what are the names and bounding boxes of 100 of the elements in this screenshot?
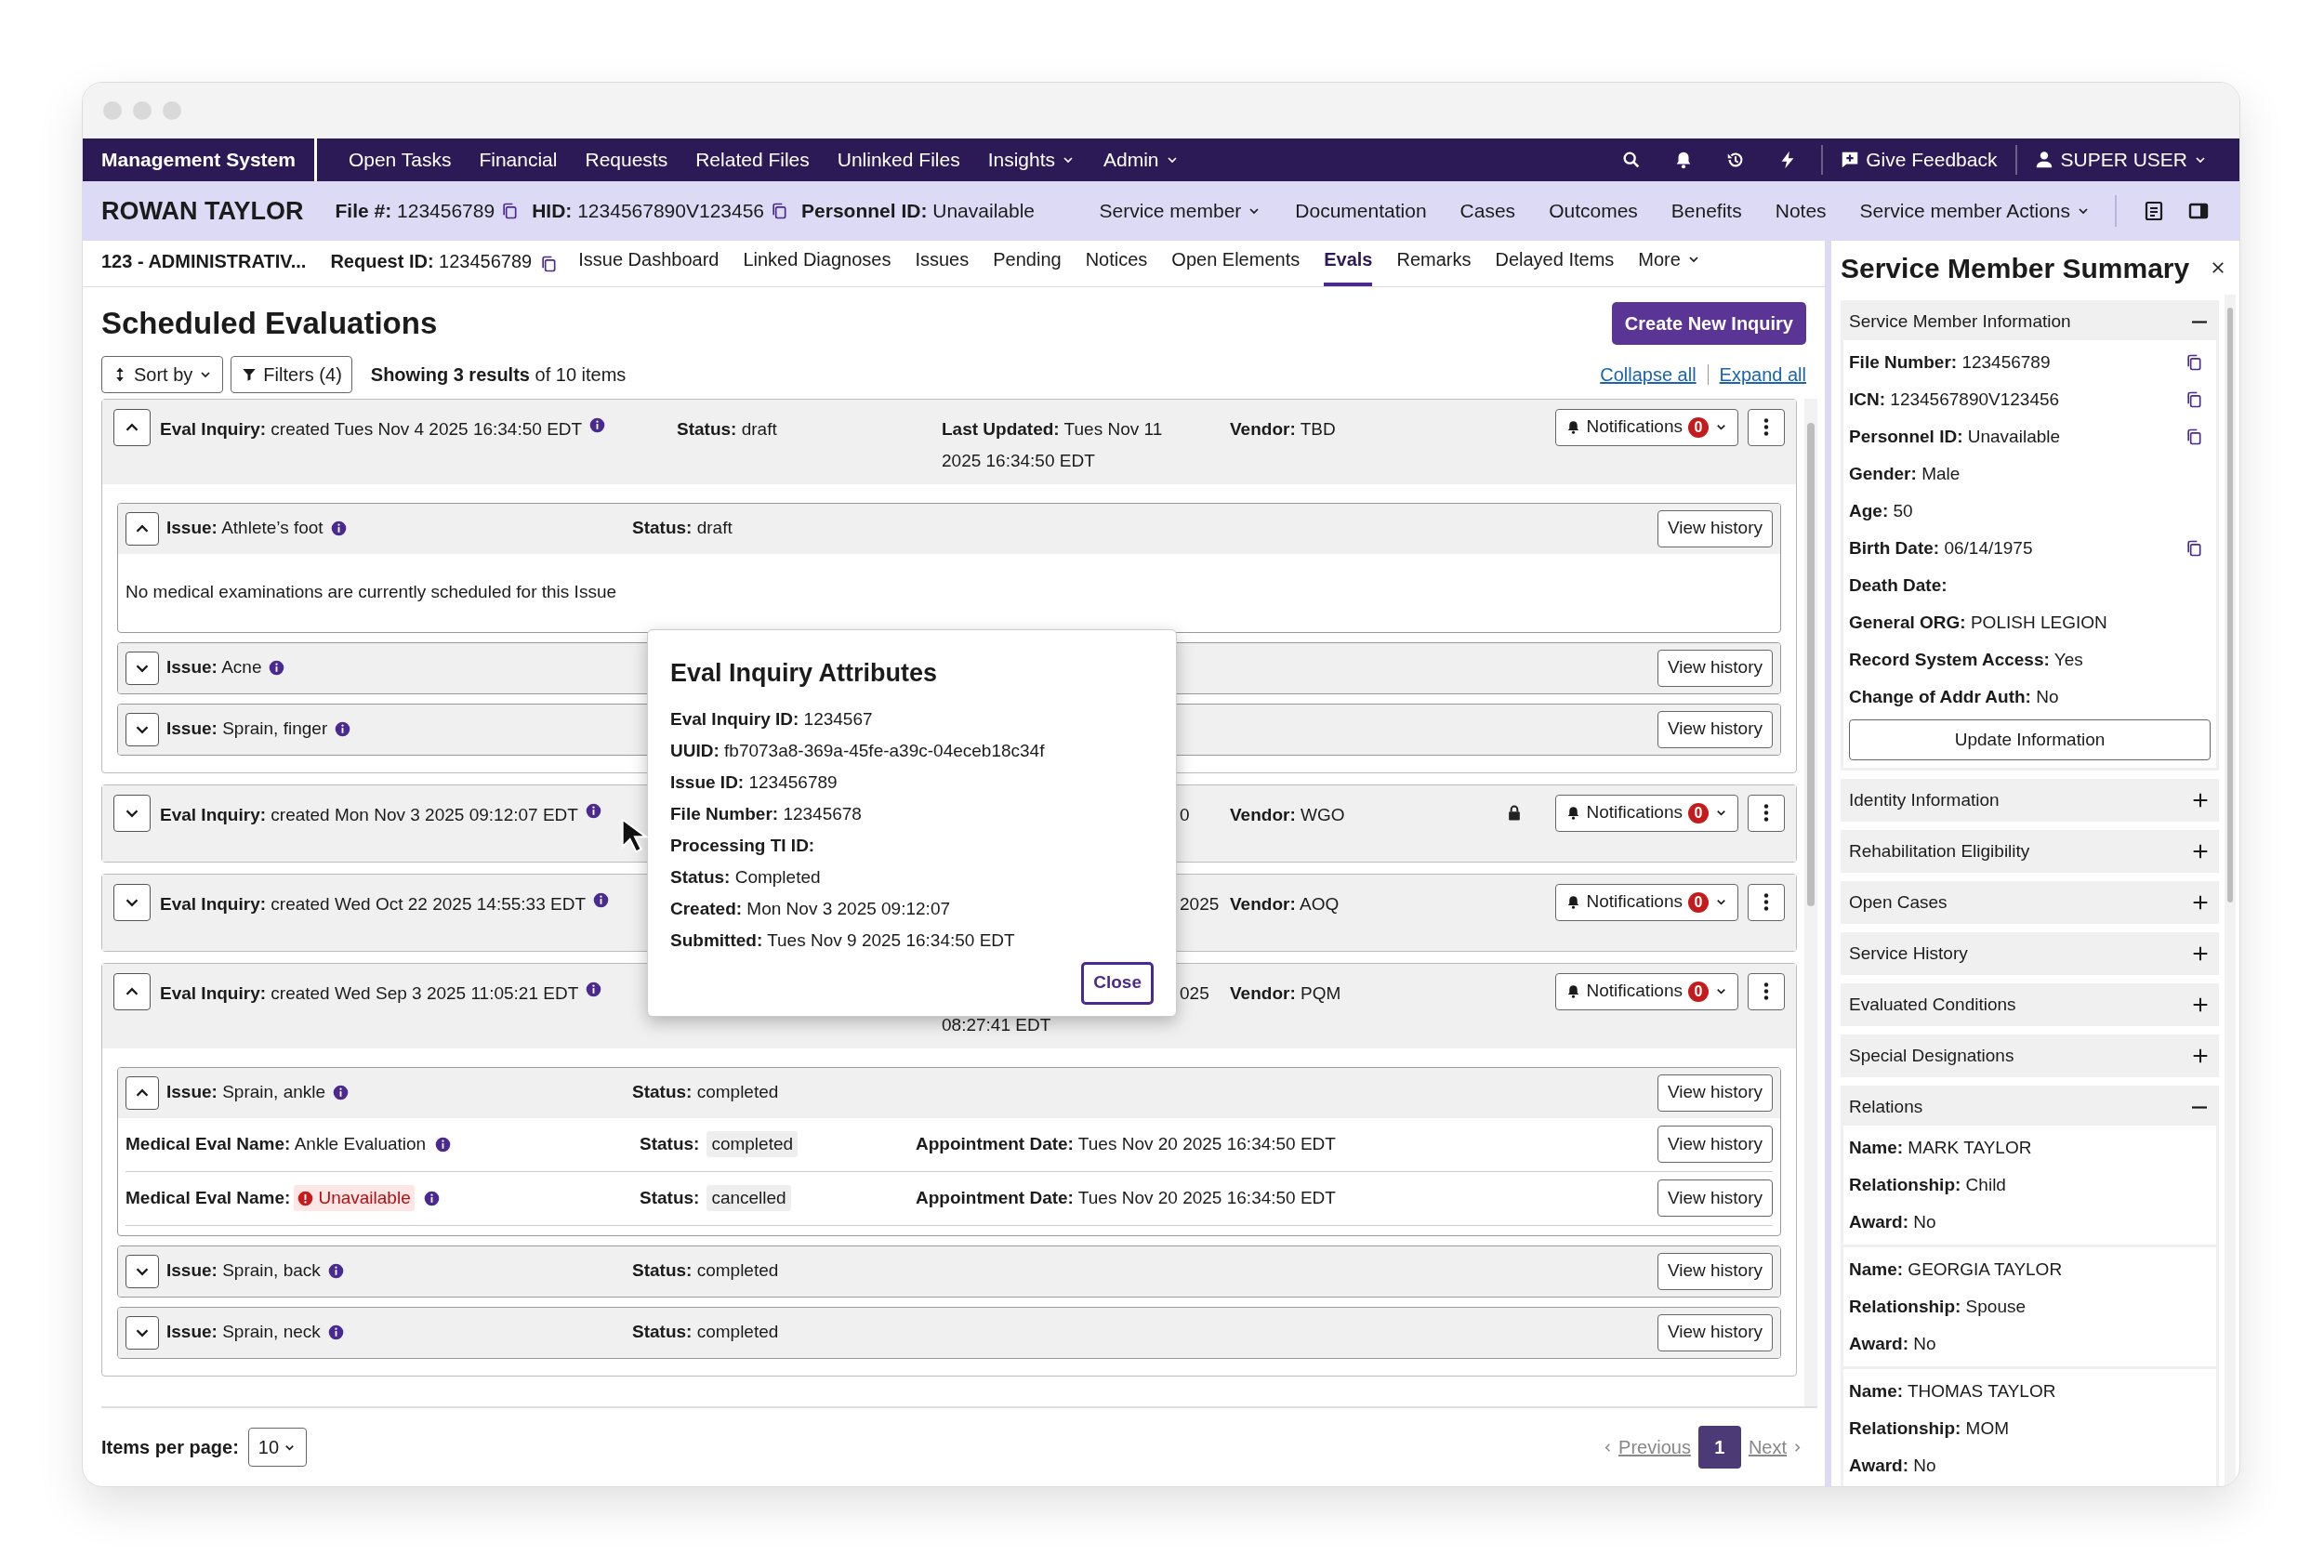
info-icon [585,802,601,819]
collapse-all-link[interactable]: Collapse all [1600,360,1697,389]
view-history-button[interactable]: View history [1657,509,1773,547]
notifications-button[interactable]: Notifications 0 [1554,408,1738,446]
tab[interactable]: Delayed Items [1495,245,1615,286]
member-nav-link[interactable]: Service member [1099,196,1262,226]
attribute-line: Status: Completed [670,865,822,889]
tab[interactable]: Evals [1324,245,1373,286]
more-options-button[interactable] [1748,883,1785,921]
view-history-button[interactable]: View history [1657,649,1773,687]
collapse-button[interactable] [125,511,159,546]
member-nav-link[interactable]: Documentation [1295,196,1427,226]
collapse-button[interactable] [113,972,151,1010]
info-field: ICN: 1234567890V123456 [1849,386,2060,414]
eval-name: Medical Eval Name: [125,1186,291,1209]
tab[interactable]: Issues [915,245,970,286]
view-history-button[interactable]: View history [1657,1179,1773,1217]
last-updated: 08:27:41 EDT [942,1014,1051,1036]
view-history-button[interactable]: View history [1657,1252,1773,1290]
view-history-button[interactable]: View history [1657,1126,1773,1163]
member-field: Personnel ID: Unavailable [801,196,1035,226]
attribute-line: UUID: fb7073a8-369a-45fe-a39c-04eceb18c34f [670,739,1046,762]
update-information-button[interactable]: Update Information [1849,719,2211,760]
kebab-icon [1763,804,1769,822]
nav-link[interactable]: Open Tasks [348,145,452,175]
nav-link[interactable]: Insights [987,145,1076,175]
info-field: Name: THOMAS TAYLOR [1849,1377,2056,1405]
tab[interactable]: Issue Dashboard [578,245,720,286]
close-button[interactable] [2210,259,2226,276]
user-menu-button[interactable]: SUPER USER [2027,145,2215,175]
info-field: Personnel ID: Unavailable [1849,423,2061,451]
page-size-select[interactable]: 10 [247,1428,308,1467]
copy-icon [2185,390,2203,409]
view-history-button[interactable]: View history [1657,1313,1773,1351]
notifications-button[interactable]: Notifications 0 [1554,883,1738,921]
expand-button[interactable] [113,883,151,921]
tab[interactable]: Linked Diagnoses [743,245,891,286]
next-link[interactable]: Next [1748,1433,1804,1461]
nav-link[interactable]: Related Files [695,145,810,175]
expand-button[interactable] [125,1254,159,1288]
more-options-button[interactable] [1748,972,1785,1010]
previous-link[interactable]: Previous [1601,1433,1691,1461]
copy-icon [2185,428,2203,446]
info-field: Record System Access: Yes [1849,646,2083,674]
nav-link[interactable]: Admin [1103,145,1180,175]
expand-button[interactable] [125,712,159,746]
more-options-button[interactable] [1748,794,1785,832]
member-nav-link[interactable]: Cases [1459,196,1516,226]
nav-link[interactable]: Financial [479,145,558,175]
issue-title: Issue: Sprain, ankle [166,1081,326,1104]
view-history-button[interactable]: View history [1657,710,1773,748]
tab[interactable]: More [1638,245,1701,286]
close-button[interactable]: Close [1081,961,1154,1005]
info-field: Name: MARK TAYLOR [1849,1134,2032,1162]
request-id: Request ID: 123456789 [330,250,533,273]
section-header[interactable]: Special Designations [1843,1037,2216,1074]
alert-icon [297,1190,314,1206]
section-header[interactable]: Service Member Information [1843,303,2216,340]
filters-button[interactable]: Filters (4) [231,355,352,393]
info-field: Birth Date: 06/14/1975 [1849,534,2033,562]
member-nav-link[interactable]: Outcomes [1549,196,1638,226]
feedback-button[interactable]: Give Feedback [1830,145,2007,175]
view-history-button[interactable]: View history [1657,1074,1773,1112]
member-nav-link[interactable]: Service member Actions [1859,196,2091,226]
more-options-button[interactable] [1748,408,1785,446]
info-field: General ORG: POLISH LEGION [1849,609,2107,637]
collapse-button[interactable] [113,408,151,446]
tab[interactable]: Remarks [1396,245,1472,286]
section-header[interactable]: Service History [1843,935,2216,972]
scrollbar[interactable] [2225,295,2236,1486]
attribute-line: Created: Mon Nov 3 2025 09:12:07 [670,897,951,920]
page-button[interactable]: 1 [1697,1426,1741,1469]
expand-button[interactable] [125,651,159,685]
section-header[interactable]: Identity Information [1843,782,2216,819]
expand-button[interactable] [125,1315,159,1350]
tab[interactable]: Pending [993,245,1062,286]
vendor: Vendor: WGO [1230,804,1345,824]
nav-link[interactable]: Requests [585,145,668,175]
create-inquiry-button[interactable]: Create New Inquiry [1611,301,1806,345]
notifications-button[interactable]: Notifications 0 [1554,972,1738,1010]
tab[interactable]: Open Elements [1171,245,1301,286]
section-header[interactable]: Evaluated Conditions [1843,986,2216,1023]
expand-button[interactable] [113,794,151,832]
nav-link[interactable]: Unlinked Files [837,145,960,175]
scrollbar[interactable] [1804,398,1817,1406]
member-nav-link[interactable]: Notes [1775,196,1827,226]
member-nav-link[interactable]: Benefits [1670,196,1742,226]
section-header[interactable]: Relations [1843,1088,2216,1126]
member-field: HID: 1234567890V123456 [532,196,765,226]
info-icon [327,1263,344,1279]
last-updated: 2025 [1180,892,1220,916]
section-header[interactable]: Open Cases [1843,884,2216,921]
status-label: Status: [640,1186,700,1209]
collapse-button[interactable] [125,1075,159,1110]
section-header[interactable]: Rehabilitation Eligibility [1843,833,2216,870]
last-updated: 2025 16:34:50 EDT [942,450,1095,472]
notifications-button[interactable]: Notifications 0 [1554,794,1738,832]
tab[interactable]: Notices [1085,245,1148,286]
expand-all-link[interactable]: Expand all [1719,360,1806,389]
sort-button[interactable]: Sort by [101,355,224,393]
